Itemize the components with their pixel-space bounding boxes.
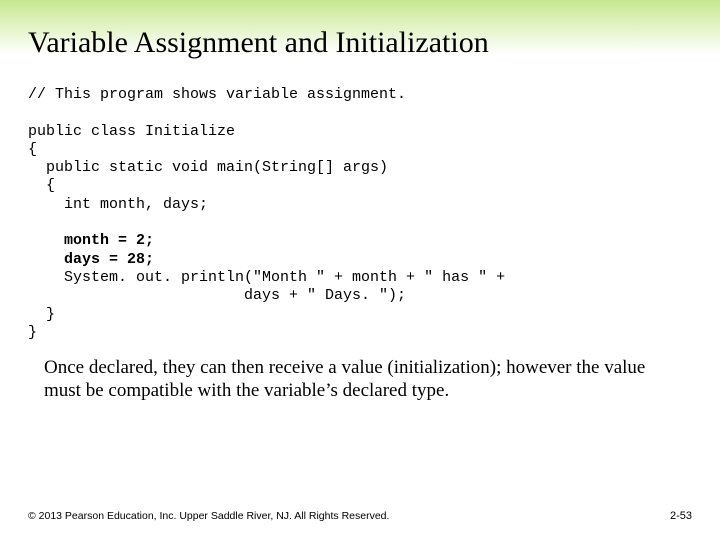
code-line: } — [28, 306, 55, 323]
slide-title: Variable Assignment and Initialization — [28, 26, 692, 60]
code-line: public static void main(String[] args) — [28, 159, 388, 176]
code-line: // This program shows variable assignmen… — [28, 86, 406, 103]
code-line-bold: month = 2; — [28, 232, 154, 249]
code-line: { — [28, 177, 55, 194]
code-line: } — [28, 324, 37, 341]
page-number: 2-53 — [670, 510, 692, 522]
code-line: public class Initialize — [28, 123, 235, 140]
code-block: // This program shows variable assignmen… — [28, 86, 692, 342]
code-line-bold: days = 28; — [28, 251, 154, 268]
body-paragraph: Once declared, they can then receive a v… — [44, 356, 682, 402]
slide: Variable Assignment and Initialization /… — [0, 0, 720, 540]
code-line: int month, days; — [28, 196, 208, 213]
code-line: System. out. println("Month " + month + … — [28, 269, 505, 286]
copyright-footer: © 2013 Pearson Education, Inc. Upper Sad… — [28, 510, 389, 522]
code-line: days + " Days. "); — [28, 287, 406, 304]
code-line: { — [28, 141, 37, 158]
